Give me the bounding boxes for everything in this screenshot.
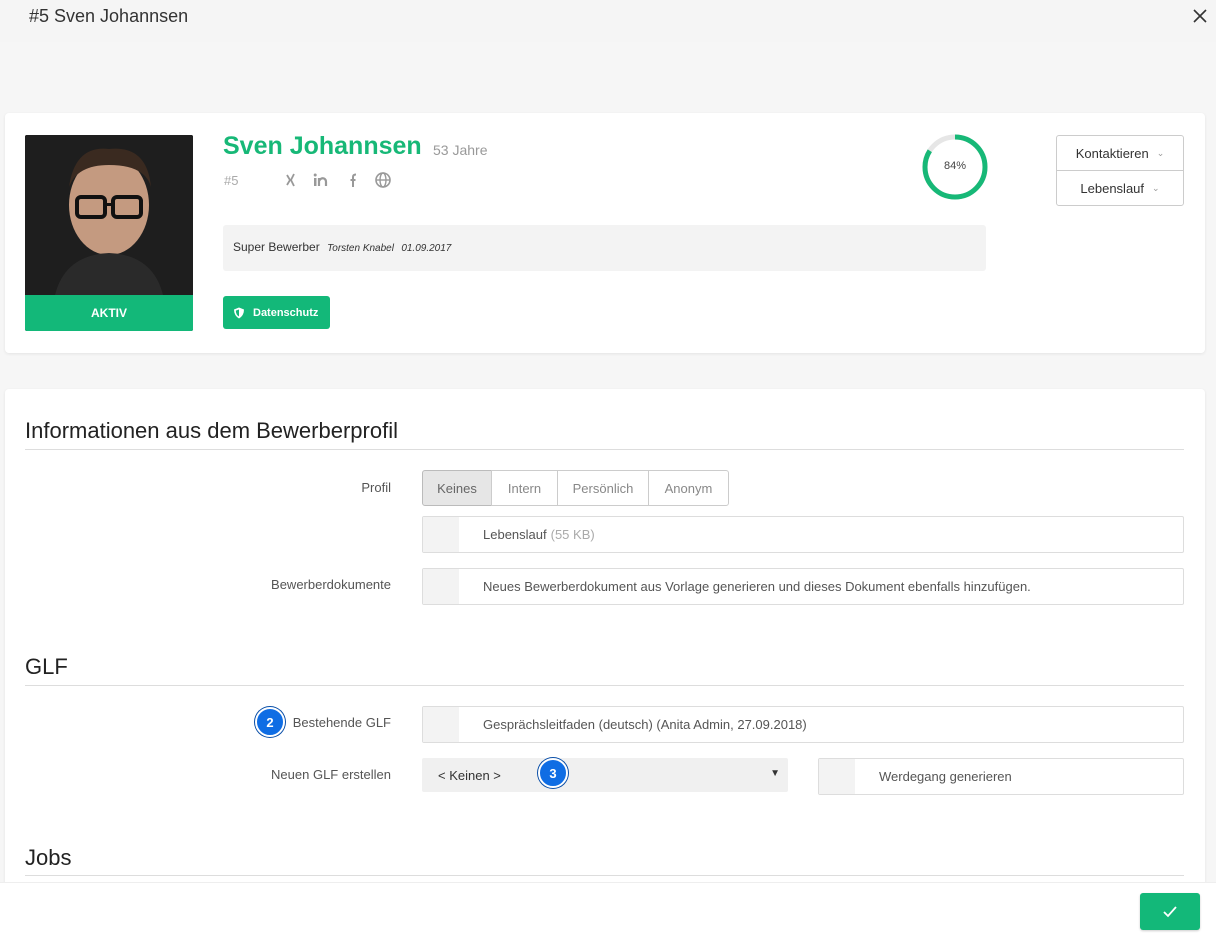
new-glf-label: Neuen GLF erstellen [271, 767, 391, 782]
divider [25, 685, 1184, 686]
candidate-header-card: AKTIV Sven Johannsen 53 Jahre #5 Super B… [5, 113, 1205, 353]
note-author: Torsten Knabel [327, 243, 394, 254]
contact-label: Kontaktieren [1075, 145, 1149, 161]
career-generate-label: Werdegang generieren [879, 769, 1012, 784]
document-file-size: (55 KB) [550, 527, 595, 542]
profile-option-anonym[interactable]: Anonym [648, 470, 729, 506]
document-generate-row[interactable]: Neues Bewerberdokument aus Vorlage gener… [422, 568, 1184, 605]
chevron-down-icon: ⌄ [1152, 182, 1160, 193]
new-glf-select[interactable]: < Keinen > ▼ [422, 758, 788, 792]
status-badge: AKTIV [25, 295, 193, 331]
checkbox-cell[interactable] [819, 759, 855, 794]
checkbox-cell[interactable] [423, 517, 459, 552]
candidate-id: #5 [224, 173, 239, 188]
confirm-button[interactable] [1140, 893, 1200, 930]
checkbox-cell[interactable] [423, 569, 459, 604]
annotation-badge-2: 2 [255, 707, 285, 737]
profile-option-keines[interactable]: Keines [422, 470, 492, 506]
document-generate-text: Neues Bewerberdokument aus Vorlage gener… [483, 579, 1031, 594]
note-text: Super Bewerber [233, 240, 320, 254]
candidate-note: Super Bewerber Torsten Knabel 01.09.2017 [223, 225, 986, 271]
checkmark-icon [1163, 905, 1177, 917]
main-content-card: Informationen aus dem Bewerberprofil Pro… [5, 389, 1205, 934]
close-icon[interactable] [1188, 4, 1212, 28]
section-title-glf: GLF [25, 654, 68, 679]
note-date: 01.09.2017 [401, 243, 452, 254]
candidate-age: 53 Jahre [433, 142, 488, 158]
candidate-name: Sven Johannsen [223, 132, 422, 160]
cv-dropdown-button[interactable]: Lebenslauf ⌄ [1056, 170, 1184, 206]
career-generate-button[interactable]: Werdegang generieren [818, 758, 1184, 795]
document-file-row[interactable]: Lebenslauf (55 KB) [422, 516, 1184, 553]
existing-glf-row[interactable]: Gesprächsleitfaden (deutsch) (Anita Admi… [422, 706, 1184, 743]
profile-label: Profil [361, 480, 391, 495]
divider [25, 449, 1184, 450]
section-title-jobs: Jobs [25, 845, 72, 870]
section-title-profile-info: Informationen aus dem Bewerberprofil [25, 418, 398, 443]
existing-glf-value: Gesprächsleitfaden (deutsch) (Anita Admi… [483, 717, 807, 732]
chevron-down-icon: ⌄ [1156, 147, 1165, 158]
privacy-label: Datenschutz [253, 306, 319, 319]
divider [25, 875, 1184, 876]
xing-icon[interactable] [282, 171, 300, 189]
profile-option-persoenlich[interactable]: Persönlich [557, 470, 649, 506]
shield-icon [234, 307, 244, 318]
existing-glf-label: Bestehende GLF [292, 715, 391, 730]
checkbox-cell[interactable] [423, 707, 459, 742]
annotation-badge-3: 3 [538, 758, 568, 788]
linkedin-icon[interactable] [312, 171, 330, 189]
candidate-photo: AKTIV [25, 135, 193, 331]
caret-down-icon: ▼ [770, 768, 780, 779]
new-glf-select-value: < Keinen > [438, 767, 501, 783]
window-titlebar: #5 Sven Johannsen [0, 0, 1216, 42]
globe-icon[interactable] [374, 171, 392, 189]
cv-label: Lebenslauf [1080, 180, 1145, 196]
documents-label: Bewerberdokumente [271, 577, 391, 592]
facebook-icon[interactable] [343, 171, 361, 189]
profile-segmented-control: Keines Intern Persönlich Anonym [422, 470, 729, 506]
profile-option-intern[interactable]: Intern [491, 470, 558, 506]
contact-dropdown-button[interactable]: Kontaktieren ⌄ [1056, 135, 1184, 171]
document-file-name: Lebenslauf [483, 527, 547, 542]
profile-completion-label: 84% [943, 160, 967, 172]
bottom-action-bar [0, 882, 1216, 934]
window-title: #5 Sven Johannsen [29, 6, 189, 26]
privacy-button[interactable]: Datenschutz [223, 296, 330, 329]
